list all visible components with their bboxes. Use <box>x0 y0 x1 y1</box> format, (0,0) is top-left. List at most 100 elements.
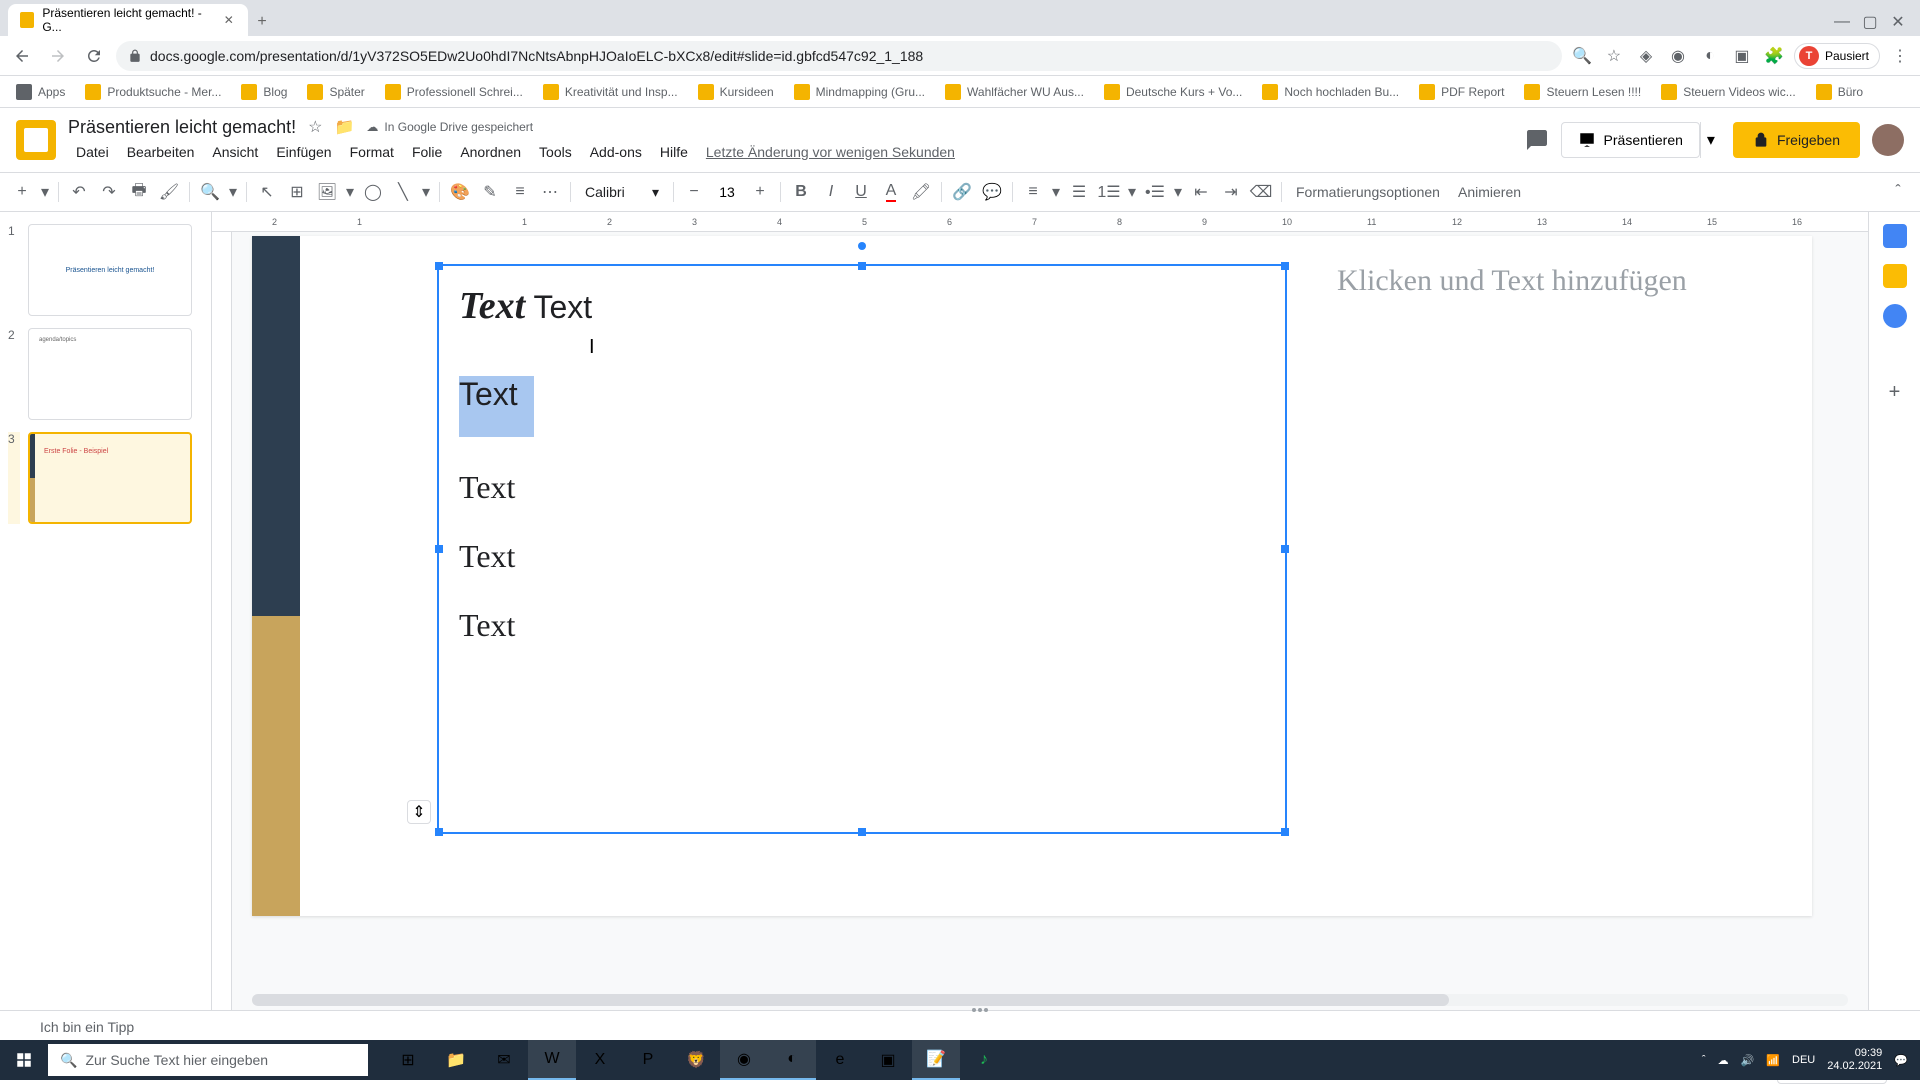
increase-indent-button[interactable]: ⇥ <box>1217 178 1245 206</box>
move-folder-icon[interactable]: 📁 <box>334 117 354 137</box>
close-window-icon[interactable]: ✕ <box>1884 8 1912 36</box>
maximize-window-icon[interactable]: ▢ <box>1856 8 1884 36</box>
chrome-icon[interactable]: ◐ <box>768 1040 816 1080</box>
calendar-icon[interactable] <box>1883 224 1907 248</box>
ruler-vertical[interactable] <box>212 232 232 1010</box>
menu-ansicht[interactable]: Ansicht <box>204 140 266 164</box>
align-dropdown[interactable]: ▾ <box>1049 178 1063 206</box>
highlight-color-button[interactable]: 🖍 <box>907 178 935 206</box>
tray-chevron-icon[interactable]: ˆ <box>1702 1054 1706 1066</box>
textbox-tool[interactable]: ⊞ <box>283 178 311 206</box>
undo-button[interactable]: ↶ <box>65 178 93 206</box>
start-button[interactable] <box>0 1040 48 1080</box>
new-slide-button[interactable]: + <box>8 178 36 206</box>
bookmark-item[interactable]: Büro <box>1808 80 1871 104</box>
document-title[interactable]: Präsentieren leicht gemacht! <box>68 117 296 138</box>
animate-button[interactable]: Animieren <box>1450 180 1529 204</box>
bookmark-item[interactable]: Kreativität und Insp... <box>535 80 686 104</box>
extension-icon-3[interactable]: ◐ <box>1698 44 1722 68</box>
zoom-icon[interactable]: 🔍 <box>1570 44 1594 68</box>
star-icon[interactable]: ☆ <box>308 117 322 137</box>
slides-logo-icon[interactable] <box>16 120 56 160</box>
slide-thumbnail-1[interactable]: Präsentieren leicht gemacht! <box>28 224 192 316</box>
taskbar-search[interactable]: 🔍 Zur Suche Text hier eingeben <box>48 1044 368 1076</box>
numbered-list-button[interactable]: 1☰ <box>1095 178 1123 206</box>
wifi-icon[interactable]: 📶 <box>1766 1054 1780 1067</box>
new-slide-dropdown[interactable]: ▾ <box>38 178 52 206</box>
app-icon[interactable]: ▣ <box>864 1040 912 1080</box>
text-color-button[interactable]: A <box>877 178 905 206</box>
image-tool[interactable]: 🖼 <box>313 178 341 206</box>
line-tool[interactable]: ╲ <box>389 178 417 206</box>
cloud-sync-icon[interactable]: ☁ <box>1718 1054 1729 1067</box>
shape-tool[interactable]: ◯ <box>359 178 387 206</box>
file-explorer-icon[interactable]: 📁 <box>432 1040 480 1080</box>
account-avatar[interactable] <box>1872 124 1904 156</box>
tab-close-icon[interactable]: ✕ <box>222 12 236 28</box>
rotate-handle[interactable] <box>858 242 866 250</box>
bold-button[interactable]: B <box>787 178 815 206</box>
resize-handle-ne[interactable] <box>1281 262 1289 270</box>
decrease-indent-button[interactable]: ⇤ <box>1187 178 1215 206</box>
menu-bearbeiten[interactable]: Bearbeiten <box>119 140 203 164</box>
menu-hilfe[interactable]: Hilfe <box>652 140 696 164</box>
last-edit-link[interactable]: Letzte Änderung vor wenigen Sekunden <box>698 140 963 164</box>
menu-tools[interactable]: Tools <box>531 140 580 164</box>
scrollbar-thumb[interactable] <box>252 994 1449 1006</box>
minimize-window-icon[interactable]: — <box>1828 8 1856 36</box>
bulleted-list-dropdown[interactable]: ▾ <box>1171 178 1185 206</box>
horizontal-scrollbar[interactable] <box>252 994 1848 1006</box>
excel-icon[interactable]: X <box>576 1040 624 1080</box>
notepad-icon[interactable]: 📝 <box>912 1040 960 1080</box>
notes-resize-handle[interactable] <box>960 1008 1000 1014</box>
bulleted-list-button[interactable]: •☰ <box>1141 178 1169 206</box>
bookmark-item[interactable]: Produktsuche - Mer... <box>77 80 229 104</box>
border-weight-button[interactable]: ≡ <box>506 178 534 206</box>
font-family-select[interactable]: Calibri ▾ <box>577 180 667 205</box>
resize-handle-n[interactable] <box>858 262 866 270</box>
resize-handle-w[interactable] <box>435 545 443 553</box>
fill-color-button[interactable]: 🎨 <box>446 178 474 206</box>
share-button[interactable]: Freigeben <box>1733 122 1860 158</box>
menu-datei[interactable]: Datei <box>68 140 117 164</box>
keep-icon[interactable] <box>1883 264 1907 288</box>
browser-menu-icon[interactable]: ⋮ <box>1888 44 1912 68</box>
spotify-icon[interactable]: ♪ <box>960 1040 1008 1080</box>
bookmark-item[interactable]: Blog <box>233 80 295 104</box>
extensions-puzzle-icon[interactable]: 🧩 <box>1762 44 1786 68</box>
bookmark-item[interactable]: Mindmapping (Gru... <box>786 80 933 104</box>
mail-icon[interactable]: ✉ <box>480 1040 528 1080</box>
line-spacing-button[interactable]: ☰ <box>1065 178 1093 206</box>
menu-anordnen[interactable]: Anordnen <box>452 140 529 164</box>
resize-handle-nw[interactable] <box>435 262 443 270</box>
placeholder-textbox[interactable]: Klicken und Text hinzufügen <box>1337 264 1807 298</box>
insert-comment-button[interactable]: 💬 <box>978 178 1006 206</box>
comments-icon[interactable] <box>1525 128 1549 152</box>
word-icon[interactable]: W <box>528 1040 576 1080</box>
resize-handle-e[interactable] <box>1281 545 1289 553</box>
line-dropdown[interactable]: ▾ <box>419 178 433 206</box>
present-button[interactable]: Präsentieren <box>1561 122 1700 158</box>
extension-icon-1[interactable]: ◈ <box>1634 44 1658 68</box>
brave-icon[interactable]: 🦁 <box>672 1040 720 1080</box>
zoom-dropdown[interactable]: ▾ <box>226 178 240 206</box>
edge-icon[interactable]: e <box>816 1040 864 1080</box>
powerpoint-icon[interactable]: P <box>624 1040 672 1080</box>
task-view-icon[interactable]: ⊞ <box>384 1040 432 1080</box>
text-content[interactable]: Text Text I Text Text Text Text <box>439 266 1285 694</box>
zoom-button[interactable]: 🔍 <box>196 178 224 206</box>
bookmark-item[interactable]: Noch hochladen Bu... <box>1254 80 1407 104</box>
language-indicator[interactable]: DEU <box>1792 1054 1815 1066</box>
menu-addons[interactable]: Add-ons <box>582 140 650 164</box>
extension-icon-4[interactable]: ▣ <box>1730 44 1754 68</box>
select-tool[interactable]: ↖ <box>253 178 281 206</box>
bookmark-item[interactable]: Deutsche Kurs + Vo... <box>1096 80 1250 104</box>
font-size-increase[interactable]: + <box>746 178 774 206</box>
menu-format[interactable]: Format <box>342 140 402 164</box>
add-panel-icon[interactable]: + <box>1883 380 1907 404</box>
slide-thumbnail-3[interactable]: Erste Folie - Beispiel <box>28 432 192 524</box>
bookmark-item[interactable]: Steuern Videos wic... <box>1653 80 1804 104</box>
collapse-toolbar-icon[interactable]: ˆ <box>1884 178 1912 206</box>
bookmark-item[interactable]: Kursideen <box>690 80 782 104</box>
border-dash-button[interactable]: ⋯ <box>536 178 564 206</box>
